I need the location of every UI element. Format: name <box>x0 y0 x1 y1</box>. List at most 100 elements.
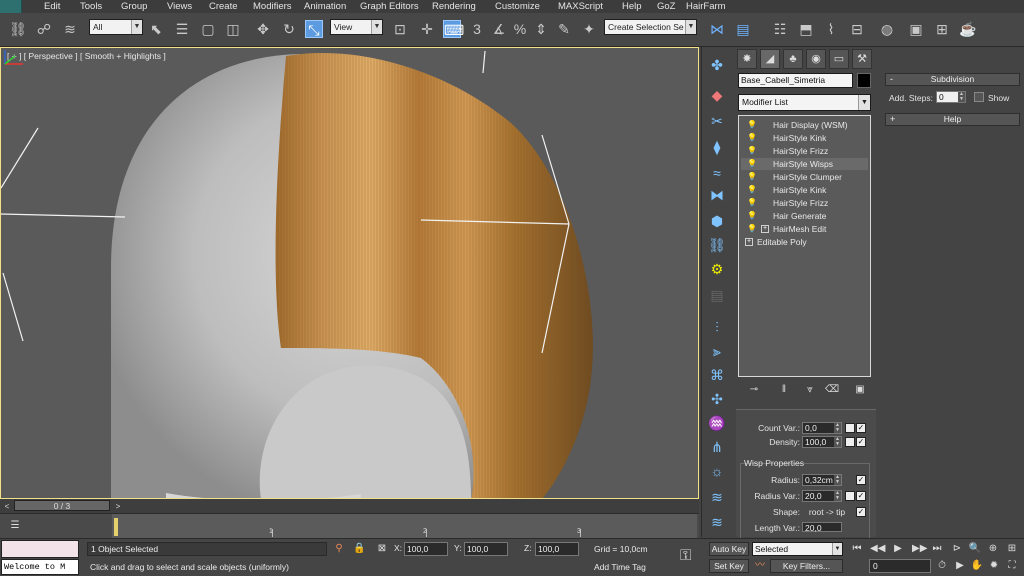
add-steps-spinner[interactable]: 0 ▲ ▼ <box>936 91 966 103</box>
lightbulb-icon[interactable]: 💡 <box>747 172 757 181</box>
utilities-tab-icon[interactable]: ⚒ <box>852 49 872 69</box>
previous-key-icon[interactable]: ◀◀ <box>870 542 885 556</box>
hair-tool-icon-13[interactable]: ⌘ <box>707 365 727 385</box>
lock-selection-icon[interactable]: 🔒 <box>353 542 365 555</box>
count-var-key-checkbox[interactable] <box>845 423 855 433</box>
subdivision-rollout-header[interactable]: - Subdivision <box>885 73 1020 86</box>
menu-modifiers[interactable]: Modifiers <box>253 0 292 13</box>
snap-3d-icon[interactable]: 3 <box>468 20 486 38</box>
time-config-icon[interactable]: ⏱ <box>935 559 949 573</box>
stack-item[interactable]: 💡 HairStyle Wisps <box>741 158 868 170</box>
density-key-checkbox[interactable] <box>845 437 855 447</box>
hair-tool-icon-3[interactable]: ✂ <box>707 111 727 131</box>
stack-item[interactable]: 💡 Hair Display (WSM) <box>741 119 868 131</box>
hair-tool-icon-15[interactable]: ♒ <box>707 413 727 433</box>
object-name-field[interactable]: Base_Cabell_Simetria <box>738 73 853 88</box>
y-coordinate-field[interactable]: 100,0 <box>464 542 508 556</box>
angle-snap-icon[interactable]: ∡ <box>490 20 508 38</box>
menu-customize[interactable]: Customize <box>495 0 540 13</box>
z-coordinate-field[interactable]: 100,0 <box>535 542 579 556</box>
lightbulb-icon[interactable]: 💡 <box>747 211 757 220</box>
select-by-name-icon[interactable]: ☰ <box>173 20 191 38</box>
pin-stack-icon[interactable]: ⊸ <box>747 383 761 397</box>
density-checkbox[interactable]: ✓ <box>856 437 866 447</box>
go-to-end-icon[interactable]: ⏭ <box>930 542 944 556</box>
track-bar[interactable]: ☰ 1 2 3 <box>0 513 699 539</box>
menu-rendering[interactable]: Rendering <box>432 0 476 13</box>
stack-item[interactable]: 💡 HairStyle Frizz <box>741 145 868 157</box>
display-tab-icon[interactable]: ▭ <box>829 49 849 69</box>
render-teapot-icon[interactable]: ☕ <box>959 20 977 38</box>
radius-checkbox[interactable]: ✓ <box>856 475 866 485</box>
next-key-icon[interactable]: ▶▶ <box>912 542 927 556</box>
rect-selection-icon[interactable]: ▢ <box>199 20 217 38</box>
graphite-icon[interactable]: ⬒ <box>797 20 815 38</box>
time-slider[interactable]: 0 / 3 <box>14 500 110 511</box>
menu-views[interactable]: Views <box>167 0 192 13</box>
spinner-snap-icon[interactable]: ⇕ <box>532 20 550 38</box>
isolate-icon[interactable]: ⚲ <box>333 542 345 555</box>
hair-tool-icon-18[interactable]: ≋ <box>707 487 727 507</box>
menu-hairfarm[interactable]: HairFarm <box>686 0 726 13</box>
hair-tool-icon-11[interactable]: ⫶ <box>707 317 727 337</box>
percent-snap-icon[interactable]: % <box>511 20 529 38</box>
reference-coord-dropdown[interactable]: View ▼ <box>330 19 383 35</box>
link-icon[interactable]: ⛓ <box>9 20 27 38</box>
spinner-arrows-icon[interactable]: ▲ ▼ <box>834 437 841 447</box>
hair-tool-icon-6[interactable]: ⧓ <box>707 185 727 205</box>
lightbulb-icon[interactable]: 💡 <box>747 159 757 168</box>
show-checkbox[interactable] <box>974 92 984 102</box>
mirror-icon[interactable]: ⋈ <box>708 20 726 38</box>
configure-sets-icon[interactable]: ▣ <box>853 383 867 397</box>
edit-named-sel-icon[interactable]: ✎ <box>555 20 573 38</box>
rendered-frame-icon[interactable]: ⊞ <box>933 20 951 38</box>
hair-tool-icon-10[interactable]: ▤ <box>707 285 727 305</box>
key-set-dropdown[interactable]: Selected ▼ <box>752 542 843 556</box>
menu-graph-editors[interactable]: Graph Editors <box>360 0 419 13</box>
viewport-label[interactable]: [ + ] [ Perspective ] [ Smooth + Highlig… <box>7 51 166 61</box>
modifier-list-dropdown[interactable]: Modifier List ▼ <box>738 94 871 111</box>
time-cursor[interactable] <box>114 518 118 536</box>
go-to-start-icon[interactable]: ⏮ <box>850 542 864 556</box>
layer-manager-icon[interactable]: ☷ <box>771 20 789 38</box>
shape-checkbox[interactable]: ✓ <box>856 507 866 517</box>
stack-item[interactable]: 💡 HairStyle Kink <box>741 132 868 144</box>
current-frame-field[interactable]: 0 <box>869 559 931 573</box>
expand-icon[interactable]: + <box>761 225 769 233</box>
hair-tool-icon-1[interactable]: ✤ <box>707 55 727 75</box>
move-icon[interactable]: ✥ <box>254 20 272 38</box>
zoom-extents-icon[interactable]: ⊞ <box>1005 542 1019 556</box>
render-setup-icon[interactable]: ▣ <box>907 20 925 38</box>
hair-tool-icon-19[interactable]: ≋ <box>707 512 727 532</box>
menu-maxscript[interactable]: MAXScript <box>558 0 603 13</box>
help-rollout-header[interactable]: + Help <box>885 113 1020 126</box>
stack-item[interactable]: 💡 HairStyle Clumper <box>741 171 868 183</box>
application-button[interactable] <box>0 0 22 13</box>
key-icon[interactable]: ⚿ <box>680 547 691 564</box>
density-spinner[interactable]: 100,0 ▲ ▼ <box>802 436 842 448</box>
auto-key-button[interactable]: Auto Key <box>709 542 749 556</box>
create-tab-icon[interactable]: ✸ <box>737 49 757 69</box>
key-filters-button[interactable]: Key Filters... <box>770 559 843 573</box>
menu-help[interactable]: Help <box>622 0 642 13</box>
play-icon[interactable]: ▶ <box>891 542 905 556</box>
prev-frame-icon[interactable]: < <box>1 500 13 513</box>
x-coordinate-field[interactable]: 100,0 <box>404 542 448 556</box>
named-selection-dropdown[interactable]: Create Selection Se ▼ <box>604 19 697 35</box>
menu-create[interactable]: Create <box>209 0 238 13</box>
field-of-view-icon[interactable]: ▶ <box>953 559 967 573</box>
zoom-icon[interactable]: 🔍 <box>968 542 982 556</box>
pivot-icon[interactable]: ⊡ <box>391 20 409 38</box>
hair-tool-icon-4[interactable]: ⧫ <box>707 137 727 157</box>
select-object-icon[interactable]: ⬉ <box>147 20 165 38</box>
bind-space-warp-icon[interactable]: ≋ <box>61 20 79 38</box>
hair-tool-icon-7[interactable]: ⬢ <box>707 211 727 231</box>
menu-tools[interactable]: Tools <box>80 0 102 13</box>
mini-curve-editor-icon[interactable]: ☰ <box>9 519 21 532</box>
next-frame-icon[interactable]: > <box>112 500 124 513</box>
add-time-tag-button[interactable]: Add Time Tag <box>594 560 672 574</box>
stack-item[interactable]: 💡 + HairMesh Edit <box>741 223 868 235</box>
named-selection-icon[interactable]: ✦ <box>580 20 598 38</box>
set-key-button[interactable]: Set Key <box>709 559 749 573</box>
hair-tool-icon-8[interactable]: ⛓ <box>707 235 727 255</box>
